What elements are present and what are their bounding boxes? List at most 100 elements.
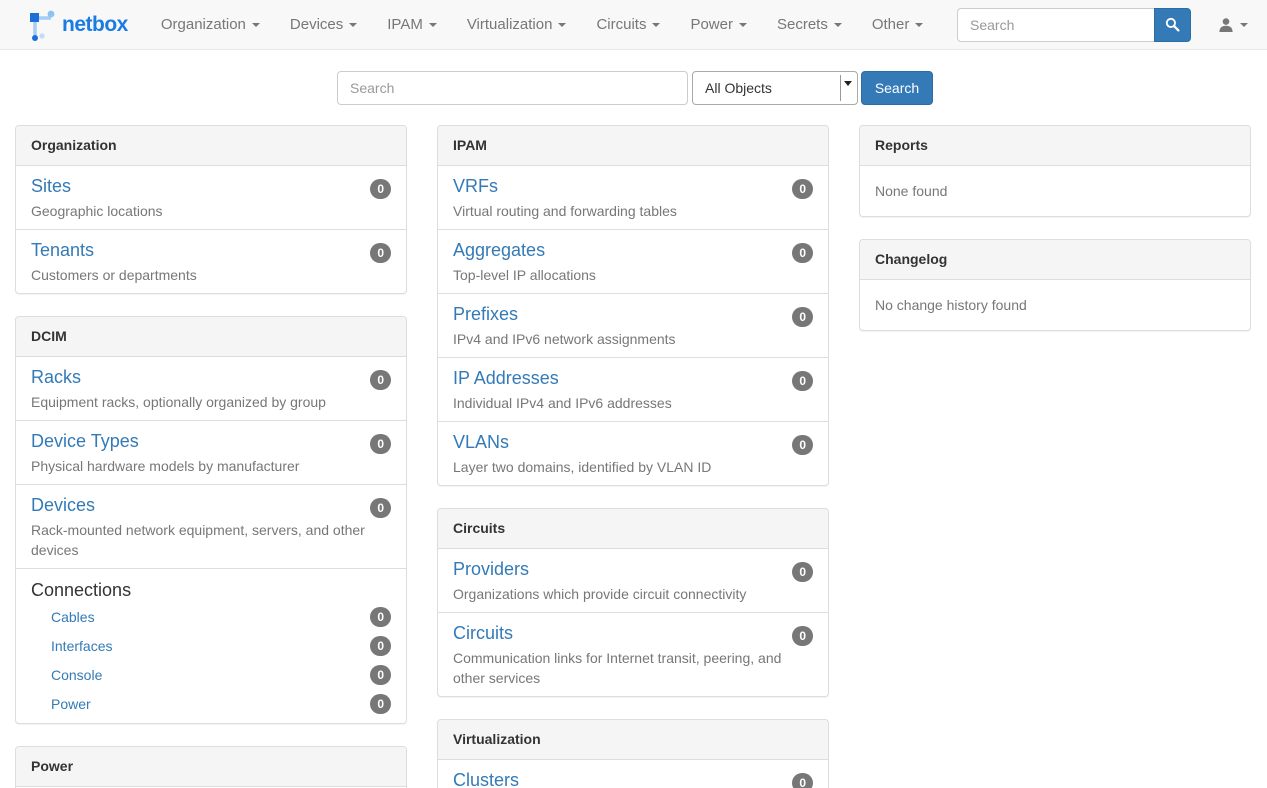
aggregates-link[interactable]: Aggregates bbox=[453, 238, 545, 263]
item-aggregates: 0 Aggregates Top-level IP allocations bbox=[438, 230, 828, 294]
nav-item-power[interactable]: Power bbox=[675, 1, 762, 48]
item-providers: 0 Providers Organizations which provide … bbox=[438, 549, 828, 613]
panel-reports: Reports None found bbox=[859, 125, 1251, 217]
navbar-search-button[interactable] bbox=[1154, 8, 1191, 42]
count-badge: 0 bbox=[792, 435, 813, 455]
panel-heading: Reports bbox=[860, 126, 1250, 166]
chevron-down-icon bbox=[349, 23, 357, 27]
connection-row-console: Console 0 bbox=[31, 661, 391, 690]
panel-heading: Changelog bbox=[860, 240, 1250, 280]
nav-label: IPAM bbox=[387, 16, 423, 33]
nav-item-devices[interactable]: Devices bbox=[275, 1, 372, 48]
user-icon bbox=[1218, 17, 1234, 33]
nav-item-other[interactable]: Other bbox=[857, 1, 939, 48]
nav-item-circuits[interactable]: Circuits bbox=[581, 1, 675, 48]
count-badge: 0 bbox=[370, 498, 391, 518]
panel-virtualization: Virtualization 0 Clusters bbox=[437, 719, 829, 788]
sites-link[interactable]: Sites bbox=[31, 174, 71, 199]
search-submit-button[interactable]: Search bbox=[861, 71, 933, 105]
connection-row-power: Power 0 bbox=[31, 690, 391, 719]
console-link[interactable]: Console bbox=[51, 667, 102, 683]
top-navbar: netbox Organization Devices IPAM Virtual… bbox=[0, 0, 1267, 50]
power-connections-link[interactable]: Power bbox=[51, 696, 91, 712]
cables-link[interactable]: Cables bbox=[51, 609, 95, 625]
item-vrfs: 0 VRFs Virtual routing and forwarding ta… bbox=[438, 166, 828, 230]
navbar-search-input[interactable] bbox=[957, 8, 1154, 42]
chevron-down-icon bbox=[1240, 23, 1248, 27]
item-racks: 0 Racks Equipment racks, optionally orga… bbox=[16, 357, 406, 421]
nav-label: Virtualization bbox=[467, 16, 553, 33]
column-right: Reports None found Changelog No change h… bbox=[859, 125, 1251, 788]
panel-heading: Organization bbox=[16, 126, 406, 166]
chevron-down-icon bbox=[915, 23, 923, 27]
panel-heading: Power bbox=[16, 747, 406, 787]
item-description: Organizations which provide circuit conn… bbox=[453, 584, 813, 604]
navbar-right bbox=[957, 8, 1252, 42]
nav-item-ipam[interactable]: IPAM bbox=[372, 1, 452, 48]
panel-heading: DCIM bbox=[16, 317, 406, 357]
panel-organization: Organization 0 Sites Geographic location… bbox=[15, 125, 407, 294]
user-menu[interactable] bbox=[1218, 17, 1252, 33]
devices-link[interactable]: Devices bbox=[31, 493, 95, 518]
item-vlans: 0 VLANs Layer two domains, identified by… bbox=[438, 422, 828, 485]
panel-ipam: IPAM 0 VRFs Virtual routing and forwardi… bbox=[437, 125, 829, 486]
object-type-select[interactable]: All Objects bbox=[692, 71, 858, 105]
panel-heading: IPAM bbox=[438, 126, 828, 166]
nav-label: Organization bbox=[161, 16, 246, 33]
item-devices: 0 Devices Rack-mounted network equipment… bbox=[16, 485, 406, 569]
changelog-empty-text: No change history found bbox=[860, 280, 1250, 330]
brand-logo[interactable]: netbox bbox=[15, 8, 136, 42]
tenants-link[interactable]: Tenants bbox=[31, 238, 94, 263]
vrfs-link[interactable]: VRFs bbox=[453, 174, 498, 199]
providers-link[interactable]: Providers bbox=[453, 557, 529, 582]
item-description: Physical hardware models by manufacturer bbox=[31, 456, 391, 476]
device-types-link[interactable]: Device Types bbox=[31, 429, 139, 454]
count-badge: 0 bbox=[792, 562, 813, 582]
panel-circuits: Circuits 0 Providers Organizations which… bbox=[437, 508, 829, 697]
item-description: Communication links for Internet transit… bbox=[453, 648, 813, 688]
search-input[interactable] bbox=[337, 71, 688, 105]
chevron-down-icon bbox=[834, 23, 842, 27]
brand-name: netbox bbox=[62, 13, 128, 37]
search-icon bbox=[1165, 17, 1180, 32]
item-description: Top-level IP allocations bbox=[453, 265, 813, 285]
count-badge: 0 bbox=[370, 665, 391, 685]
count-badge: 0 bbox=[792, 773, 813, 788]
item-ip-addresses: 0 IP Addresses Individual IPv4 and IPv6 … bbox=[438, 358, 828, 422]
column-left: Organization 0 Sites Geographic location… bbox=[15, 125, 407, 788]
select-arrow-strip bbox=[840, 75, 854, 101]
panel-heading: Virtualization bbox=[438, 720, 828, 760]
connections-title: Connections bbox=[31, 577, 391, 603]
count-badge: 0 bbox=[792, 371, 813, 391]
connections-section: Connections Cables 0 Interfaces 0 Consol… bbox=[16, 569, 406, 723]
item-description: Customers or departments bbox=[31, 265, 391, 285]
nav-item-secrets[interactable]: Secrets bbox=[762, 1, 857, 48]
clusters-link[interactable]: Clusters bbox=[453, 768, 519, 788]
nav-item-organization[interactable]: Organization bbox=[146, 1, 275, 48]
chevron-down-icon bbox=[739, 23, 747, 27]
count-badge: 0 bbox=[792, 626, 813, 646]
racks-link[interactable]: Racks bbox=[31, 365, 81, 390]
count-badge: 0 bbox=[370, 434, 391, 454]
chevron-down-icon bbox=[652, 23, 660, 27]
count-badge: 0 bbox=[792, 179, 813, 199]
ip-addresses-link[interactable]: IP Addresses bbox=[453, 366, 559, 391]
column-middle: IPAM 0 VRFs Virtual routing and forwardi… bbox=[437, 125, 829, 788]
panel-changelog: Changelog No change history found bbox=[859, 239, 1251, 331]
connection-row-interfaces: Interfaces 0 bbox=[31, 632, 391, 661]
count-badge: 0 bbox=[792, 307, 813, 327]
interfaces-link[interactable]: Interfaces bbox=[51, 638, 112, 654]
count-badge: 0 bbox=[370, 243, 391, 263]
nav-label: Other bbox=[872, 16, 910, 33]
circuits-link[interactable]: Circuits bbox=[453, 621, 513, 646]
prefixes-link[interactable]: Prefixes bbox=[453, 302, 518, 327]
item-description: Geographic locations bbox=[31, 201, 391, 221]
nav-item-virtualization[interactable]: Virtualization bbox=[452, 1, 582, 48]
item-description: Rack-mounted network equipment, servers,… bbox=[31, 520, 391, 560]
dashboard-content: Organization 0 Sites Geographic location… bbox=[0, 125, 1267, 788]
main-menu: Organization Devices IPAM Virtualization… bbox=[146, 1, 939, 48]
vlans-link[interactable]: VLANs bbox=[453, 430, 509, 455]
item-description: IPv4 and IPv6 network assignments bbox=[453, 329, 813, 349]
panel-power: Power bbox=[15, 746, 407, 788]
count-badge: 0 bbox=[370, 179, 391, 199]
